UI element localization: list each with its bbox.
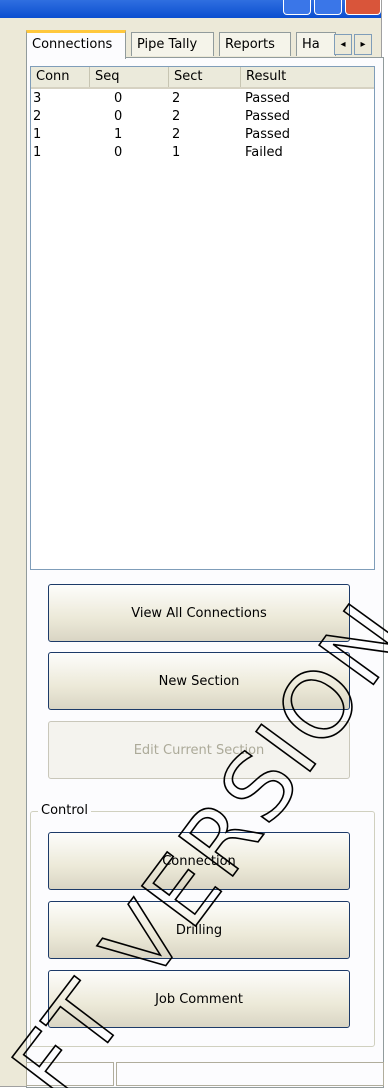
tab-ha[interactable]: Ha [296,32,336,56]
table-row[interactable]: 3 0 2 Passed [31,90,374,108]
table-row[interactable]: 2 0 2 Passed [31,108,374,126]
cell-conn: 2 [33,109,42,124]
table-row[interactable]: 1 0 1 Failed [31,144,374,162]
status-pane-2 [116,1062,384,1086]
tab-strip: Connections Pipe Tally Reports Ha ◂ ▸ [26,30,386,59]
connections-list[interactable]: Conn Seq Sect Result 3 0 2 Passed 2 0 2 … [30,66,375,570]
connection-button[interactable]: Connection [48,832,350,890]
cell-result: Passed [245,109,291,124]
control-group-title: Control [38,803,91,819]
column-header-conn[interactable]: Conn [31,67,90,87]
cell-result: Passed [245,91,291,106]
tab-reports[interactable]: Reports [219,32,291,56]
tab-pipe-tally[interactable]: Pipe Tally [131,32,214,56]
tab-scroll-left-icon[interactable]: ◂ [334,34,352,55]
edit-current-section-button: Edit Current Section [48,721,350,779]
column-header-result[interactable]: Result [241,67,374,87]
cell-result: Failed [245,145,283,160]
column-header-seq[interactable]: Seq [90,67,169,87]
column-header-sect[interactable]: Sect [169,67,241,87]
cell-seq: 0 [114,91,123,106]
cell-sect: 2 [172,127,181,142]
list-header: Conn Seq Sect Result [31,67,374,89]
close-button[interactable] [345,0,381,15]
minimize-button[interactable] [283,0,311,15]
cell-conn: 1 [33,127,42,142]
table-row[interactable]: 1 1 2 Passed [31,126,374,144]
cell-result: Passed [245,127,291,142]
cell-sect: 2 [172,91,181,106]
status-pane-1 [26,1062,114,1086]
cell-seq: 0 [114,145,123,160]
drilling-button[interactable]: Drilling [48,901,350,959]
tab-scroll-right-icon[interactable]: ▸ [354,34,372,55]
cell-sect: 1 [172,145,181,160]
cell-sect: 2 [172,109,181,124]
cell-conn: 1 [33,145,42,160]
new-section-button[interactable]: New Section [48,652,350,710]
cell-conn: 3 [33,91,42,106]
tab-connections[interactable]: Connections [26,30,126,59]
job-comment-button[interactable]: Job Comment [48,970,350,1028]
status-bar [26,1060,384,1088]
cell-seq: 0 [114,109,123,124]
maximize-button[interactable] [314,0,342,15]
view-all-connections-button[interactable]: View All Connections [48,584,350,642]
cell-seq: 1 [114,127,123,142]
